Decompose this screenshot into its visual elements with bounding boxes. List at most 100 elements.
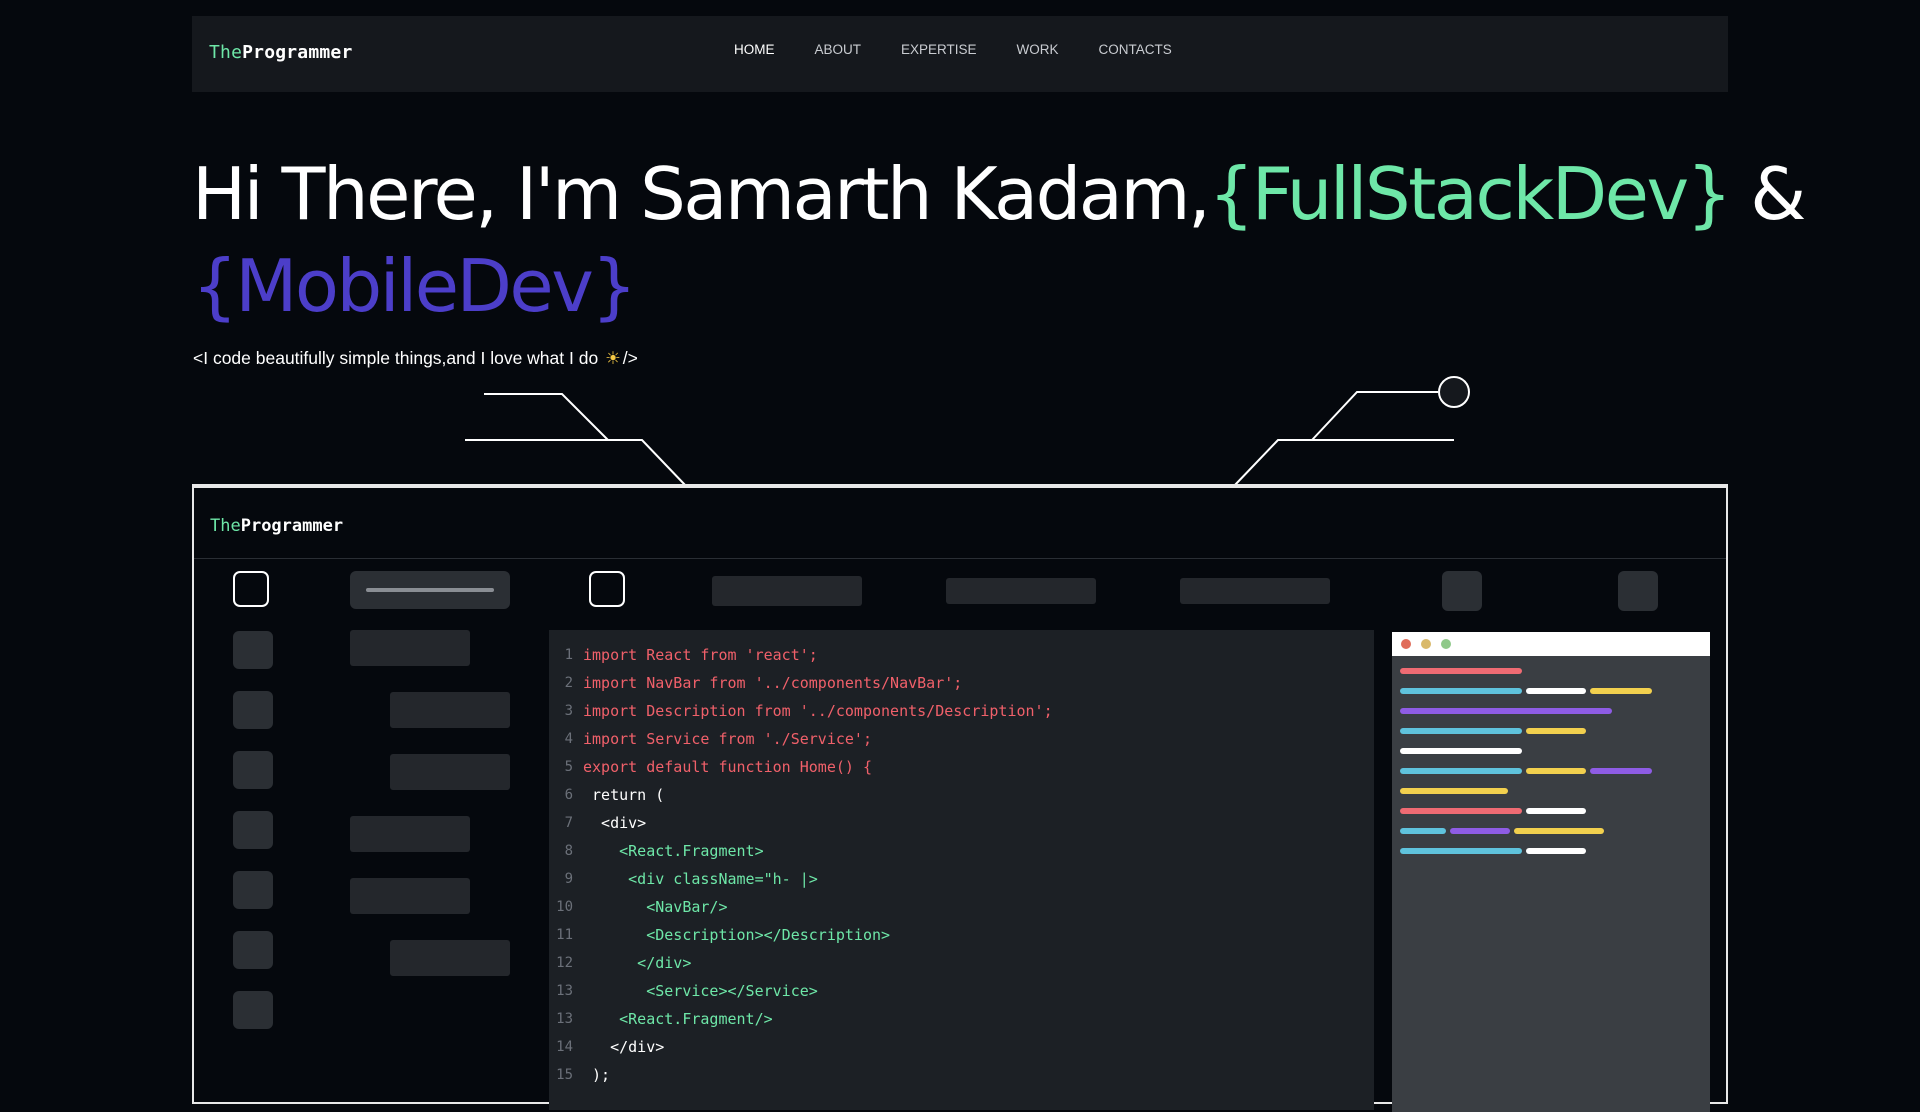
sun-icon: ☀ (605, 348, 621, 368)
line-number: 12 (556, 955, 573, 971)
hero-tagline: <I code beautifully simple things,and I … (193, 348, 638, 369)
code-editor: 1 import React from 'react'; 2 import NavBa… (549, 630, 1374, 1110)
preview-line (1400, 808, 1522, 814)
code-text: import Service from './Service'; (583, 730, 872, 748)
line-number: 3 (564, 703, 573, 719)
nav-about[interactable]: ABOUT (815, 42, 862, 57)
circuit-line-right-upper (1311, 391, 1438, 441)
code-text: export default function Home() { (583, 758, 872, 776)
code-text: import NavBar from '../components/NavBar… (583, 674, 963, 692)
code-text: <React.Fragment> (583, 842, 764, 860)
circuit-line-left-upper (484, 393, 609, 441)
sidebar-placeholder-icon (233, 751, 273, 789)
code-text: return ( (583, 786, 665, 804)
preview-line (1590, 768, 1652, 774)
preview-line (1590, 688, 1652, 694)
sidebar-placeholder-bar (390, 692, 510, 728)
hero-heading-line1: Hi There, I'm Samarth Kadam,{FullStackDe… (192, 158, 1806, 230)
code-text: import Description from '../components/D… (583, 702, 1053, 720)
circuit-node-icon (1438, 376, 1470, 408)
logo-name: Programmer (242, 42, 353, 63)
code-line: 8 <React.Fragment> (549, 837, 1374, 865)
code-line: 14 </div> (549, 1033, 1374, 1061)
sidebar-placeholder-bar (350, 878, 470, 914)
preview-line (1400, 748, 1522, 754)
code-text: ); (583, 1066, 611, 1084)
line-number: 8 (564, 843, 573, 859)
site-logo[interactable]: TheProgrammer (209, 42, 353, 63)
tagline-text: <I code beautifully simple things,and I … (193, 348, 599, 368)
mock-app-window: TheProgrammer 1 import React from 'react'… (192, 484, 1728, 1112)
circuit-line-left-lower (465, 439, 687, 487)
sidebar-placeholder-icon (233, 811, 273, 849)
circuit-line-right-lower (1233, 439, 1454, 487)
preview-line (1400, 728, 1522, 734)
placeholder-bar (946, 578, 1096, 604)
mock-logo-name: Programmer (240, 516, 344, 536)
line-number: 10 (556, 899, 573, 915)
sidebar-placeholder-bar (350, 816, 470, 852)
placeholder-pill-bar (366, 588, 494, 592)
tagline-end: /> (622, 348, 638, 368)
hero-intro: Hi There, I'm Samarth Kadam, (192, 152, 1211, 236)
placeholder-square-outline (589, 571, 625, 607)
nav-home[interactable]: HOME (734, 42, 775, 57)
sidebar-placeholder-bar (350, 630, 470, 666)
code-line: 11 <Description></Description> (549, 921, 1374, 949)
code-line: 1 import React from 'react'; (549, 641, 1374, 669)
sidebar-placeholder-bar (390, 940, 510, 976)
line-number: 9 (564, 871, 573, 887)
hero-highlight-fullstack: {FullStackDev} (1208, 152, 1732, 236)
minimize-dot-icon (1421, 639, 1431, 649)
line-number: 14 (556, 1039, 573, 1055)
code-line: 13 <Service></Service> (549, 977, 1374, 1005)
line-number: 13 (556, 983, 573, 999)
nav-expertise[interactable]: EXPERTISE (901, 42, 977, 57)
preview-line (1400, 848, 1522, 854)
sidebar-placeholder-icon (233, 691, 273, 729)
code-line: 5 export default function Home() { (549, 753, 1374, 781)
code-text: <div className="h- |> (583, 870, 818, 888)
hero-highlight-mobile: {MobileDev} (192, 244, 637, 328)
code-line: 7 <div> (549, 809, 1374, 837)
placeholder-square (1618, 571, 1658, 611)
placeholder-bar (1180, 578, 1330, 604)
preview-line (1450, 828, 1510, 834)
logo-prefix: The (209, 42, 243, 63)
navbar: TheProgrammer HOME ABOUT EXPERTISE WORK … (192, 16, 1728, 92)
code-text: </div> (583, 954, 692, 972)
line-number: 4 (564, 731, 573, 747)
line-number: 6 (564, 787, 573, 803)
preview-pane (1392, 632, 1710, 1112)
code-text: <React.Fragment/> (583, 1010, 773, 1028)
line-number: 13 (556, 1011, 573, 1027)
nav-links: HOME ABOUT EXPERTISE WORK CONTACTS (734, 42, 1172, 57)
line-number: 11 (556, 927, 573, 943)
sidebar-placeholder-icon (233, 991, 273, 1029)
code-line: 2 import NavBar from '../components/NavBa… (549, 669, 1374, 697)
nav-work[interactable]: WORK (1017, 42, 1059, 57)
sidebar-placeholder-icon (233, 871, 273, 909)
preview-line (1400, 708, 1612, 714)
preview-line (1400, 788, 1508, 794)
line-number: 1 (564, 647, 573, 663)
preview-line (1400, 768, 1522, 774)
mock-header: TheProgrammer (194, 488, 1726, 559)
code-line: 13 <React.Fragment/> (549, 1005, 1374, 1033)
nav-contacts[interactable]: CONTACTS (1099, 42, 1172, 57)
preview-line (1400, 828, 1446, 834)
mock-logo-prefix: The (210, 516, 241, 536)
maximize-dot-icon (1441, 639, 1451, 649)
placeholder-square-outline (233, 571, 269, 607)
code-text: <Description></Description> (583, 926, 891, 944)
line-number: 2 (564, 675, 573, 691)
close-dot-icon (1401, 639, 1411, 649)
preview-line (1526, 728, 1586, 734)
sidebar-placeholder-bar (390, 754, 510, 790)
code-line: 12 </div> (549, 949, 1374, 977)
line-number: 5 (564, 759, 573, 775)
code-text: <Service></Service> (583, 982, 818, 1000)
line-number: 15 (556, 1067, 573, 1083)
preview-line (1400, 668, 1522, 674)
code-line: 3 import Description from '../components/… (549, 697, 1374, 725)
